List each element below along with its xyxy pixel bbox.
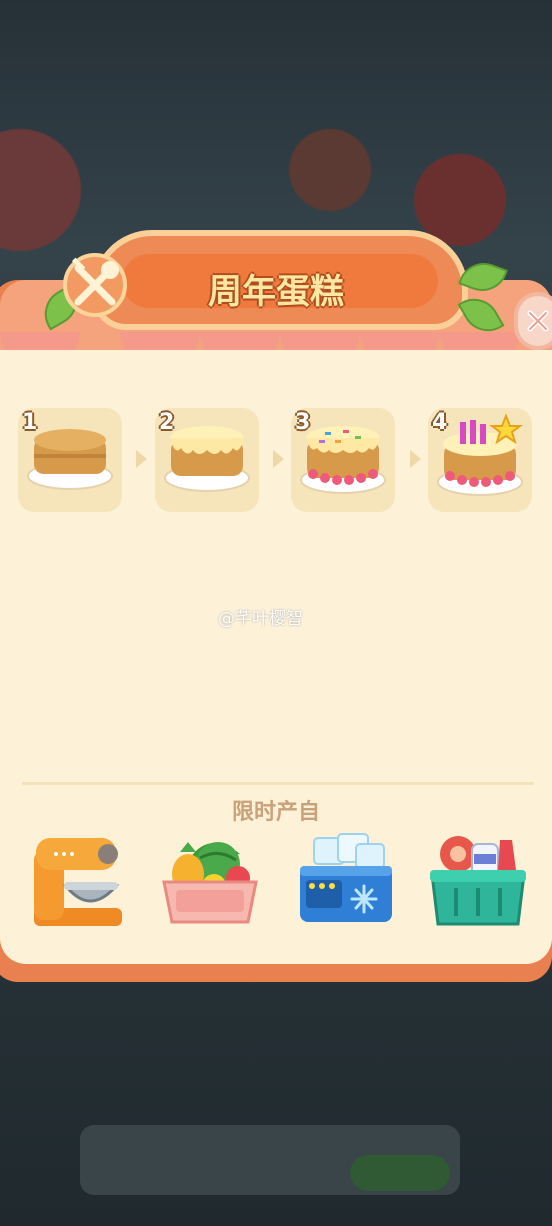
stage-number: 4 bbox=[432, 410, 448, 435]
close-icon bbox=[527, 310, 549, 332]
dialog-title: 周年蛋糕 bbox=[208, 272, 344, 312]
arrow-right-icon bbox=[273, 450, 284, 468]
section-divider bbox=[22, 782, 534, 785]
fruit-basket-icon bbox=[162, 842, 258, 924]
stage-number: 1 bbox=[22, 410, 38, 435]
source-label: 限时产自 bbox=[231, 800, 320, 825]
arrow-right-icon bbox=[136, 450, 147, 468]
cake-stage-list: 1 2 3 4 bbox=[18, 408, 538, 514]
ice-freezer-icon bbox=[300, 833, 392, 922]
stage-card[interactable]: 4 bbox=[428, 408, 532, 512]
stage-card[interactable]: 3 bbox=[291, 408, 395, 512]
producer-grocery-basket[interactable] bbox=[428, 830, 528, 934]
watermark-text: @芊叶樱智 bbox=[218, 609, 303, 629]
grocery-basket-icon bbox=[430, 836, 526, 926]
producer-freezer[interactable] bbox=[296, 830, 396, 934]
arrow-right-icon bbox=[410, 450, 421, 468]
close-button[interactable] bbox=[514, 292, 552, 350]
producer-mixer[interactable] bbox=[26, 830, 126, 934]
background-button bbox=[350, 1155, 450, 1191]
stage-number: 2 bbox=[159, 410, 175, 435]
stand-mixer-icon bbox=[34, 838, 122, 926]
stage-card[interactable]: 2 bbox=[155, 408, 259, 512]
producer-fruit-basket[interactable] bbox=[160, 830, 260, 934]
stage-card[interactable]: 1 bbox=[18, 408, 122, 512]
stage-number: 3 bbox=[295, 410, 311, 435]
